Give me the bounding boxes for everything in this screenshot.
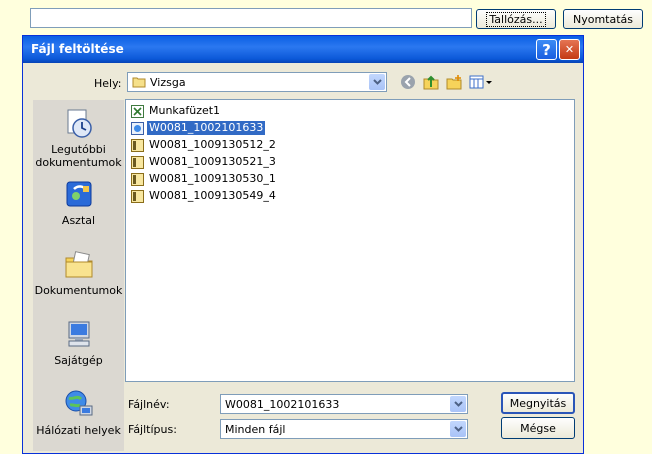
excel-file-icon xyxy=(131,104,144,118)
folder-icon xyxy=(132,76,146,91)
place-desktop[interactable]: Asztal xyxy=(33,178,124,227)
folder-file-icon xyxy=(131,138,144,152)
file-name: W0081_1009130512_2 xyxy=(149,138,276,151)
place-my-computer[interactable]: Sajátgép xyxy=(33,318,124,367)
file-name: Munkafüzet1 xyxy=(149,104,221,117)
filename-label: Fájlnév: xyxy=(128,398,170,411)
filename-input[interactable]: W0081_1002101633 xyxy=(220,394,468,414)
my-documents-icon xyxy=(63,248,95,280)
title-bar[interactable]: Fájl feltöltése ? ✕ xyxy=(23,36,583,63)
help-icon: ? xyxy=(542,40,551,59)
place-label: Asztal xyxy=(61,214,96,227)
cancel-button[interactable]: Mégse xyxy=(501,417,575,439)
folder-file-icon xyxy=(131,189,144,203)
place-recent-documents[interactable]: Legutóbbi dokumentumok xyxy=(33,107,124,169)
place-network-places[interactable]: Hálózati helyek xyxy=(33,388,124,437)
folder-file-icon xyxy=(131,155,144,169)
recent-documents-icon xyxy=(63,107,95,139)
browse-button-label: Tallózás... xyxy=(486,11,546,27)
filetype-select[interactable]: Minden fájl xyxy=(220,419,468,439)
filetype-value: Minden fájl xyxy=(225,423,286,436)
back-icon[interactable] xyxy=(398,72,418,92)
open-button[interactable]: Megnyitás xyxy=(501,392,575,414)
file-list[interactable]: Munkafüzet1 W0081_1002101633 W0081_10091… xyxy=(125,99,575,382)
list-item[interactable]: W0081_1002101633 xyxy=(131,120,267,136)
network-places-icon xyxy=(63,388,95,420)
chevron-down-icon[interactable] xyxy=(369,74,385,90)
view-menu-icon[interactable] xyxy=(468,72,494,92)
filetype-label: Fájltípus: xyxy=(128,423,177,436)
open-button-label: Megnyitás xyxy=(509,396,567,410)
print-button[interactable]: Nyomtatás xyxy=(563,9,643,29)
lookin-label: Hely: xyxy=(94,77,122,90)
list-item[interactable]: W0081_1009130512_2 xyxy=(131,137,278,153)
list-item[interactable]: W0081_1009130521_3 xyxy=(131,154,278,170)
chevron-down-icon[interactable] xyxy=(450,421,466,437)
list-item[interactable]: W0081_1009130530_1 xyxy=(131,171,278,187)
place-label: Hálózati helyek xyxy=(36,424,121,437)
lookin-combo[interactable]: Vizsga xyxy=(127,72,387,92)
dialog-title: Fájl feltöltése xyxy=(31,42,124,56)
web-file-icon xyxy=(131,121,144,135)
file-name: W0081_1009130549_4 xyxy=(149,189,276,202)
place-label: Sajátgép xyxy=(54,354,103,367)
file-name: W0081_1009130521_3 xyxy=(149,155,276,168)
new-folder-icon[interactable] xyxy=(444,72,464,92)
browse-button[interactable]: Tallózás... xyxy=(476,9,556,29)
my-computer-icon xyxy=(63,318,95,350)
file-path-input[interactable] xyxy=(30,8,472,28)
list-item[interactable]: Munkafüzet1 xyxy=(131,103,222,119)
cancel-button-label: Mégse xyxy=(520,421,556,435)
place-label: Dokumentumok xyxy=(34,284,123,297)
folder-file-icon xyxy=(131,172,144,186)
desktop-icon xyxy=(63,178,95,210)
filename-value: W0081_1002101633 xyxy=(225,398,340,411)
print-button-label: Nyomtatás xyxy=(572,12,634,26)
file-name: W0081_1009130530_1 xyxy=(149,172,276,185)
place-label: Legutóbbi dokumentumok xyxy=(35,143,122,169)
close-icon: ✕ xyxy=(564,43,575,56)
lookin-value: Vizsga xyxy=(150,76,186,89)
list-item[interactable]: W0081_1009130549_4 xyxy=(131,188,278,204)
up-folder-icon[interactable] xyxy=(421,72,441,92)
file-upload-dialog: Fájl feltöltése ? ✕ Hely: Vizsga Legutób… xyxy=(22,35,584,454)
help-button[interactable]: ? xyxy=(536,39,557,60)
places-bar: Legutóbbi dokumentumok Asztal Dokumentum… xyxy=(33,100,124,451)
close-button[interactable]: ✕ xyxy=(559,39,580,60)
file-name: W0081_1002101633 xyxy=(145,120,267,136)
place-my-documents[interactable]: Dokumentumok xyxy=(33,248,124,297)
chevron-down-icon[interactable] xyxy=(450,396,466,412)
